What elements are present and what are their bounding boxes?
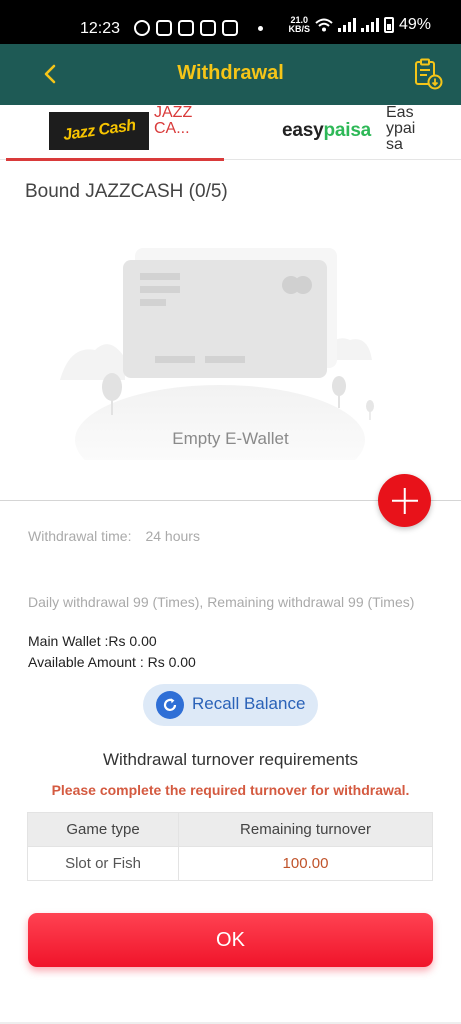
table-header-row: Game type Remaining turnover [27,812,433,847]
tab-jazzcash-label: JAZZCA... [154,104,193,137]
tab-easypaisa-label: Easypaisa [386,104,416,153]
turnover-warning: Please complete the required turnover fo… [51,782,410,798]
active-tab-indicator [6,158,224,161]
recall-balance-label: Recall Balance [192,694,306,713]
battery-level: 49% [398,16,431,33]
battery-icon [383,17,394,33]
recall-balance-button[interactable]: Recall Balance [143,684,318,726]
tab-jazzcash[interactable]: Jazz Cash JAZZCA... [6,104,224,161]
app-header: Withdrawal [0,44,461,105]
column-header-game-type: Game type [27,812,179,847]
available-amount: Available Amount : Rs 0.00 [28,654,196,670]
remaining-turnover-cell: 100.00 [178,846,433,881]
wifi-icon [315,18,333,32]
instagram-icon [200,20,216,36]
network-speed-unit: KB/S [288,24,310,34]
add-wallet-button[interactable] [378,474,431,527]
game-type-cell: Slot or Fish [27,846,179,881]
withdrawal-time: Withdrawal time: 24 hours [28,528,200,544]
refresh-icon [156,691,184,719]
easypaisa-logo: easypaisa [282,120,371,142]
turnover-table: Game type Remaining turnover Slot or Fis… [27,812,433,881]
page-title: Withdrawal [177,62,284,84]
instagram-icon [156,20,172,36]
bound-wallet-title: Bound JAZZCASH (0/5) [25,181,228,202]
empty-wallet-text: Empty E-Wallet [172,429,289,448]
instagram-icon [222,20,238,36]
signal-icon [337,18,356,32]
withdrawal-time-label: Withdrawal time: [28,528,132,544]
whatsapp-icon [134,20,150,36]
status-time: 12:23 [80,20,121,37]
daily-withdrawal-limit: Daily withdrawal 99 (Times), Remaining w… [28,594,415,610]
network-speed: 21.0 KB/S [288,16,310,34]
turnover-requirements-title: Withdrawal turnover requirements [102,750,359,769]
empty-wallet-illustration [60,248,374,460]
payment-method-tabs: Jazz Cash JAZZCA... easypaisa Easypaisa [0,104,461,161]
more-notifications-icon [258,25,263,31]
jazzcash-logo-text: Jazz Cash [61,117,137,144]
table-row: Slot or Fish 100.00 [27,846,433,881]
status-bar: 12:23 21.0 KB/S 49% [0,0,461,44]
tab-easypaisa[interactable]: easypaisa Easypaisa [282,105,461,160]
instagram-icon [178,20,194,36]
withdrawal-time-value: 24 hours [145,528,200,544]
column-header-remaining-turnover: Remaining turnover [178,812,433,847]
system-status: 21.0 KB/S 49% [288,16,431,34]
clipboard-download-icon[interactable] [413,58,443,90]
easypaisa-logo-suffix: paisa [323,120,372,141]
easypaisa-logo-prefix: easy [282,120,324,141]
jazzcash-logo: Jazz Cash [49,112,149,150]
main-wallet-balance: Main Wallet :Rs 0.00 [28,633,157,649]
notification-icons [134,20,263,36]
signal-icon [360,18,379,32]
ok-button[interactable]: OK [28,913,433,967]
